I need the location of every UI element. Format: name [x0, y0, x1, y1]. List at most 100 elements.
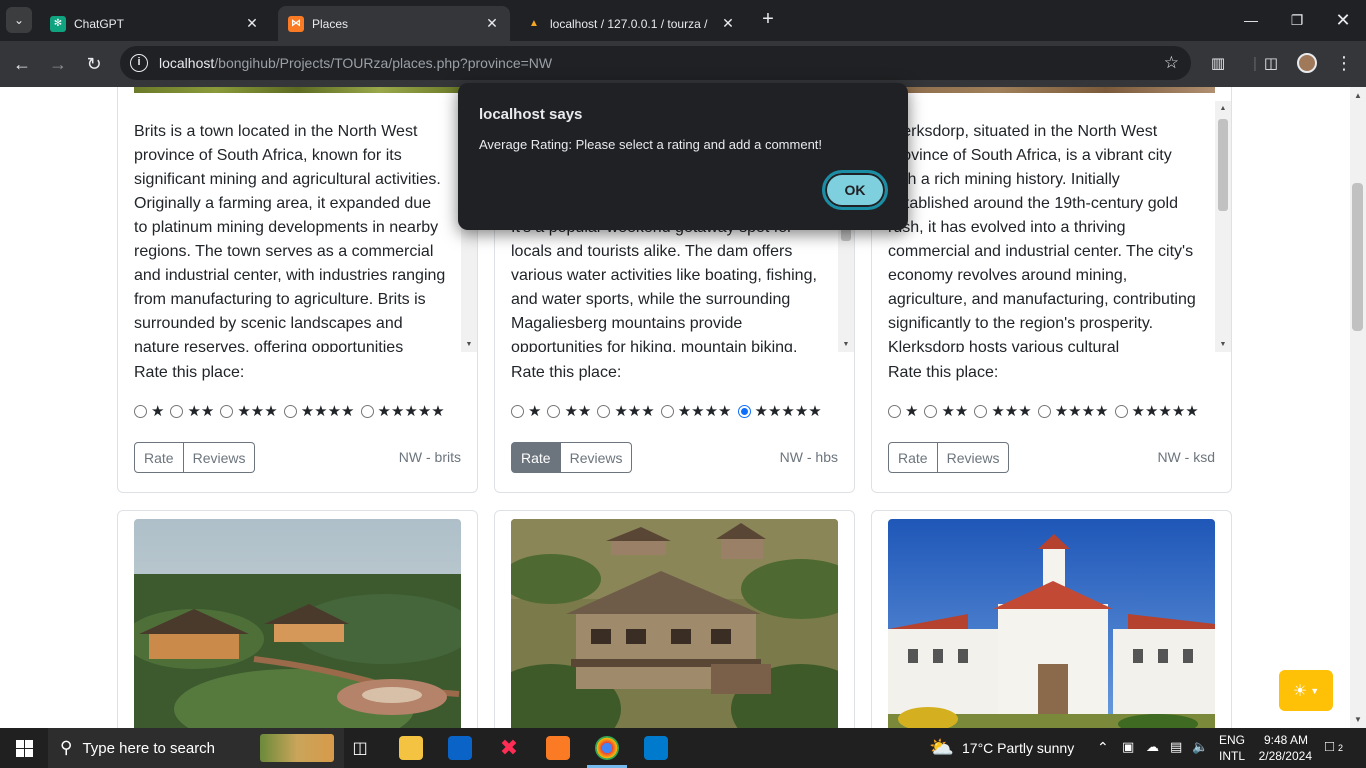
scroll-thumb[interactable]: [1218, 119, 1228, 211]
volume-muted-icon[interactable]: 🔈: [1192, 739, 1208, 755]
close-icon[interactable]: ✕: [720, 15, 736, 32]
rating-radio[interactable]: [974, 404, 988, 418]
site-info-icon[interactable]: i: [130, 54, 148, 72]
rating-radio[interactable]: [547, 404, 561, 418]
side-panel-icon[interactable]: ◫: [1260, 52, 1282, 74]
tab-title: Places: [312, 16, 349, 31]
rating-radio[interactable]: [170, 404, 184, 418]
kebab-menu-icon[interactable]: ⋮: [1333, 52, 1355, 74]
alert-title: localhost says: [479, 106, 583, 123]
close-icon[interactable]: ✕: [244, 15, 260, 32]
forward-arrow-icon[interactable]: →: [44, 50, 72, 78]
rate-button[interactable]: Rate: [134, 442, 184, 473]
windows-start-icon[interactable]: [0, 728, 48, 768]
star-label: ★★: [941, 403, 969, 420]
bookmark-star-icon[interactable]: ☆: [1164, 53, 1179, 73]
star-label: ★★: [187, 403, 215, 420]
back-arrow-icon[interactable]: ←: [8, 50, 36, 78]
rating-radio[interactable]: [888, 404, 901, 418]
page-scroll-thumb[interactable]: [1352, 183, 1363, 331]
alert-ok-button[interactable]: OK: [822, 170, 888, 210]
rating-radio[interactable]: [220, 404, 234, 418]
tab-phpmyadmin[interactable]: ▲ localhost / 127.0.0.1 / tourza / ✕: [516, 6, 746, 41]
reload-icon[interactable]: ↻: [80, 50, 108, 78]
reviews-button[interactable]: Reviews: [183, 442, 256, 473]
rating-option-2[interactable]: ★★: [547, 402, 591, 420]
rating-option-3[interactable]: ★★★: [220, 402, 278, 420]
weather-partly-sunny-icon: ⛅: [929, 737, 954, 759]
description-scrollbar[interactable]: ▲ ▼: [1215, 101, 1231, 352]
language-indicator[interactable]: ENG: [1219, 733, 1245, 747]
rating-option-1[interactable]: ★: [511, 402, 541, 420]
close-icon[interactable]: ✕: [484, 15, 500, 32]
minimize-icon[interactable]: —: [1228, 0, 1274, 40]
xampp-icon: ⋈: [288, 15, 304, 32]
scroll-down-arrow-icon[interactable]: ▼: [838, 341, 854, 348]
rating-radio[interactable]: [924, 404, 938, 418]
rating-option-5[interactable]: ★★★★★: [1114, 402, 1199, 420]
tab-chatgpt[interactable]: ✻ ChatGPT ✕: [40, 6, 270, 41]
chrome-icon[interactable]: [595, 736, 619, 760]
rating-radio[interactable]: [134, 404, 147, 418]
place-image-chalet: [511, 519, 838, 728]
rating-option-4[interactable]: ★★★★: [283, 402, 355, 420]
rating-option-1[interactable]: ★: [888, 402, 918, 420]
xmind-icon[interactable]: ✖: [497, 736, 521, 760]
xampp-icon[interactable]: [546, 736, 570, 760]
vscode-icon[interactable]: [644, 736, 668, 760]
rating-radio[interactable]: [660, 404, 674, 418]
rating-radio[interactable]: [283, 404, 297, 418]
theme-toggle-button[interactable]: ☀ ▼: [1279, 670, 1333, 711]
notification-count: 2: [1338, 743, 1344, 753]
rating-option-5[interactable]: ★★★★★: [737, 402, 822, 420]
window-close-icon[interactable]: ✕: [1320, 0, 1366, 40]
task-view-icon[interactable]: ◫: [348, 728, 372, 768]
onedrive-icon[interactable]: ☁: [1146, 739, 1159, 755]
address-bar[interactable]: i localhost/bongihub/Projects/TOURza/pla…: [120, 46, 1191, 80]
rating-radio[interactable]: [360, 404, 374, 418]
scroll-up-arrow-icon[interactable]: ▲: [1350, 91, 1366, 100]
network-icon[interactable]: ▤: [1170, 739, 1182, 755]
page-scrollbar[interactable]: ▲ ▼: [1350, 87, 1366, 728]
rate-button[interactable]: Rate: [511, 442, 561, 473]
rating-radio[interactable]: [511, 404, 524, 418]
taskbar-search-input[interactable]: ⚲ Type here to search: [48, 728, 344, 768]
rating-option-2[interactable]: ★★: [170, 402, 214, 420]
scroll-down-arrow-icon[interactable]: ▼: [1215, 341, 1231, 348]
star-label: ★★★★★: [1131, 403, 1199, 420]
restore-icon[interactable]: ❐: [1274, 0, 1320, 40]
notifications-icon[interactable]: □: [1325, 738, 1334, 755]
rating-radio[interactable]: [1114, 404, 1128, 418]
new-tab-plus-icon[interactable]: +: [757, 8, 779, 30]
reviews-button[interactable]: Reviews: [937, 442, 1010, 473]
rating-radio[interactable]: [597, 404, 611, 418]
alert-dialog: localhost says Average Rating: Please se…: [458, 83, 908, 230]
scroll-down-arrow-icon[interactable]: ▼: [461, 341, 477, 348]
rating-option-5[interactable]: ★★★★★: [360, 402, 445, 420]
place-code: NW - hbs: [779, 449, 838, 465]
outlook-icon[interactable]: [448, 736, 472, 760]
scroll-down-arrow-icon[interactable]: ▼: [1350, 715, 1366, 724]
tab-places[interactable]: ⋈ Places ✕: [278, 6, 510, 41]
file-explorer-icon[interactable]: [399, 736, 423, 760]
tray-chevron-icon[interactable]: ⌃: [1097, 739, 1109, 756]
profile-avatar[interactable]: [1297, 53, 1317, 73]
rating-radio[interactable]: [1037, 404, 1051, 418]
scroll-up-arrow-icon[interactable]: ▲: [1215, 105, 1231, 112]
extensions-puzzle-icon[interactable]: ▥: [1207, 52, 1229, 74]
tab-search-icon[interactable]: ⌄: [6, 7, 32, 33]
rating-radio-selected[interactable]: [737, 404, 751, 418]
rating-option-1[interactable]: ★: [134, 402, 164, 420]
clock-time[interactable]: 9:48 AM: [1258, 733, 1308, 747]
rating-option-3[interactable]: ★★★: [597, 402, 655, 420]
rating-option-4[interactable]: ★★★★: [660, 402, 732, 420]
rate-button[interactable]: Rate: [888, 442, 938, 473]
weather-text[interactable]: 17°C Partly sunny: [962, 740, 1074, 756]
rating-option-3[interactable]: ★★★: [974, 402, 1032, 420]
rating-option-2[interactable]: ★★: [924, 402, 968, 420]
rate-label: Rate this place:: [888, 364, 999, 381]
rating-option-4[interactable]: ★★★★: [1037, 402, 1109, 420]
meet-now-icon[interactable]: ▣: [1122, 739, 1134, 755]
reviews-button[interactable]: Reviews: [560, 442, 633, 473]
card-actions: Rate Reviews: [888, 442, 1010, 473]
